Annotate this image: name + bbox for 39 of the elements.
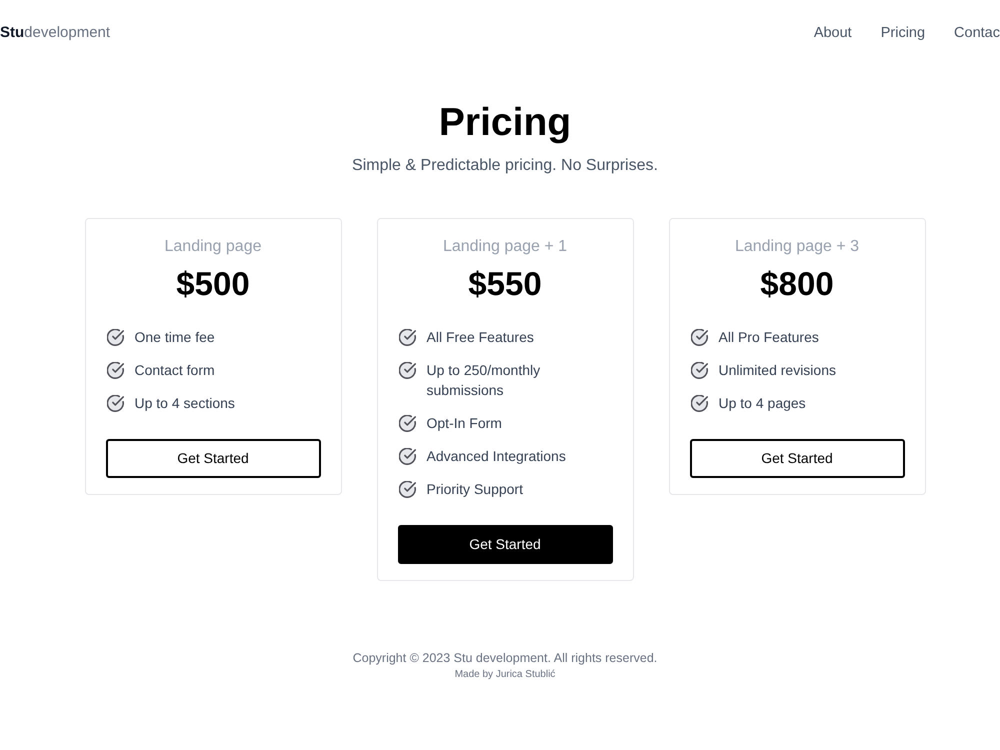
- copyright-text: Copyright © 2023 Stu development. All rights reserved.: [352, 650, 658, 667]
- plan-price: $550: [467, 266, 543, 302]
- get-started-button[interactable]: Get Started: [106, 439, 320, 478]
- feature-text: All Free Features: [426, 328, 534, 347]
- page-title: Pricing: [438, 101, 572, 145]
- plan-name: Landing page: [164, 237, 262, 257]
- feature-text: Up to 4 sections: [134, 394, 235, 413]
- nav-link[interactable]: About: [814, 23, 852, 43]
- check-circle-icon: [690, 362, 708, 378]
- feature-text: Unlimited revisions: [718, 361, 836, 380]
- check-circle-icon: [398, 362, 416, 378]
- get-started-button[interactable]: Get Started: [398, 525, 612, 564]
- feature-text: Up to 250/monthly submissions: [426, 361, 542, 400]
- feature-text: Up to 4 pages: [718, 394, 806, 413]
- feature-text: One time fee: [134, 328, 215, 347]
- nav-link[interactable]: Contac: [954, 23, 1000, 43]
- logo-link[interactable]: Studevelopment: [0, 23, 110, 43]
- feature-text: Priority Support: [426, 480, 523, 499]
- check-circle-icon: [106, 362, 124, 378]
- plan-price: $500: [175, 266, 251, 302]
- check-circle-icon: [398, 448, 416, 464]
- check-circle-icon: [398, 328, 416, 346]
- check-circle-icon: [690, 328, 708, 346]
- plan-name: Landing page + 3: [734, 237, 860, 257]
- check-circle-icon: [106, 394, 124, 412]
- plan-name: Landing page + 1: [442, 237, 568, 257]
- check-circle-icon: [106, 328, 124, 346]
- feature-text: Contact form: [134, 361, 215, 380]
- get-started-button[interactable]: Get Started: [690, 439, 904, 478]
- feature-text: Advanced Integrations: [426, 447, 566, 466]
- feature-text: All Pro Features: [718, 328, 819, 347]
- credit-text: Made by Jurica Stublić: [454, 668, 556, 682]
- check-circle-icon: [398, 414, 416, 432]
- check-circle-icon: [690, 394, 708, 412]
- nav-link[interactable]: Pricing: [880, 23, 926, 43]
- page-subtitle: Simple & Predictable pricing. No Surprises.: [352, 156, 658, 176]
- check-circle-icon: [398, 480, 416, 498]
- plan-price: $800: [759, 266, 835, 302]
- feature-text: Opt-In Form: [426, 414, 502, 433]
